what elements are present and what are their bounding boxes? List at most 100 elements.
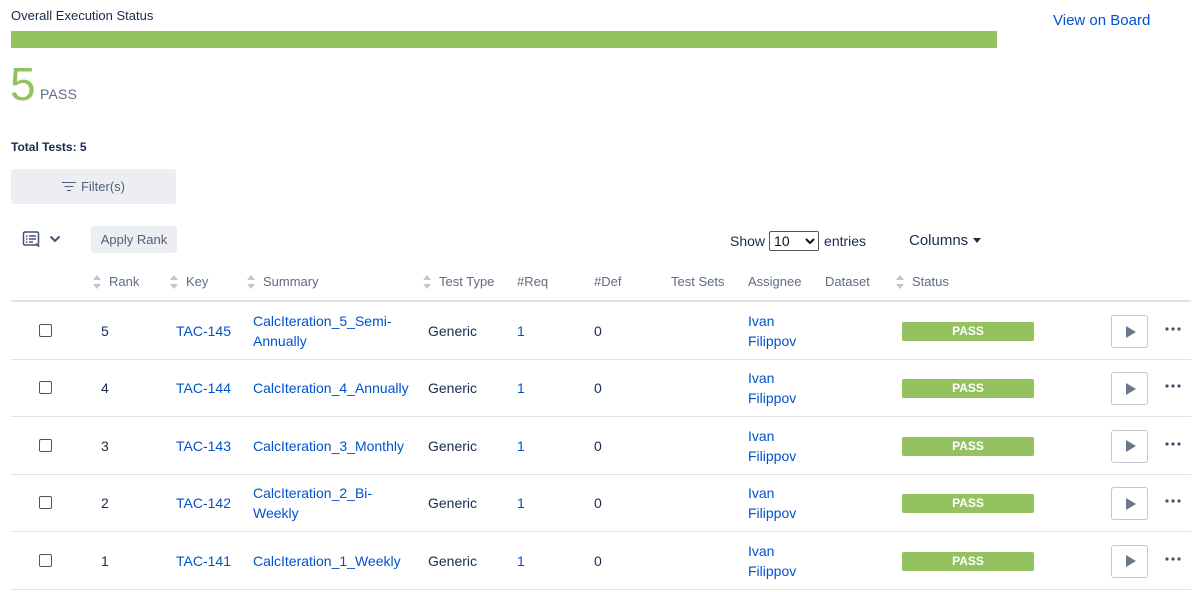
play-icon (1126, 440, 1136, 453)
view-on-board-link[interactable]: View on Board (1053, 12, 1150, 29)
requirements-count-link[interactable]: 1 (517, 493, 525, 513)
execute-button[interactable] (1111, 544, 1148, 578)
play-icon (1126, 382, 1136, 395)
more-icon (1165, 499, 1181, 503)
page-size-select[interactable]: 102550100 (769, 231, 820, 251)
show-label: Show (730, 233, 766, 249)
defects-count: 0 (594, 437, 602, 454)
total-tests: Total Tests: 5 (11, 140, 87, 154)
sort-icon (423, 274, 432, 289)
assignee-link[interactable]: Ivan Filippov (748, 541, 796, 581)
sort-icon (896, 274, 905, 289)
row-checkbox[interactable] (39, 496, 52, 510)
more-icon (1165, 384, 1181, 388)
issue-key-link[interactable]: TAC-141 (176, 551, 231, 571)
more-actions-button[interactable] (1163, 491, 1183, 511)
rank-cell: 3 (101, 437, 109, 454)
execution-progress-bar (11, 31, 997, 48)
header-req: #Req (517, 274, 549, 289)
row-checkbox[interactable] (39, 324, 52, 337)
columns-label: Columns (909, 232, 969, 249)
rank-cell: 4 (101, 380, 109, 397)
more-actions-button[interactable] (1163, 434, 1183, 454)
summary-link[interactable]: CalcIteration_1_Weekly (253, 551, 401, 571)
table-row: 3 TAC-143 CalcIteration_3_Monthly Generi… (11, 418, 1191, 475)
more-icon (1165, 327, 1181, 331)
list-view-menu-button[interactable] (22, 228, 62, 250)
issue-key-link[interactable]: TAC-142 (176, 493, 231, 513)
header-assignee: Assignee (748, 274, 802, 289)
more-actions-button[interactable] (1163, 319, 1183, 339)
test-type-cell: Generic (428, 437, 478, 454)
issue-key-link[interactable]: TAC-145 (176, 321, 231, 341)
assignee-link[interactable]: Ivan Filippov (748, 311, 796, 351)
summary-link[interactable]: CalcIteration_4_Annually (253, 378, 409, 398)
play-icon (1126, 325, 1136, 338)
status-badge[interactable]: PASS (902, 322, 1034, 341)
page-size-control: Show 102550100 entries (730, 231, 866, 251)
progress-fill-pass (11, 31, 997, 48)
more-actions-button[interactable] (1163, 376, 1183, 396)
defects-count: 0 (594, 495, 602, 512)
defects-count: 0 (594, 552, 602, 569)
execute-button[interactable] (1111, 315, 1148, 348)
test-execution-panel: Overall Execution Status View on Board 5… (0, 0, 1201, 592)
pass-count: 5 (10, 58, 36, 110)
header-dataset: Dataset (825, 274, 870, 289)
header-status[interactable]: Status (896, 274, 949, 289)
header-rank[interactable]: Rank (93, 274, 139, 289)
more-actions-button[interactable] (1163, 549, 1183, 569)
summary-link[interactable]: CalcIteration_2_Bi- Weekly (253, 483, 372, 523)
header-test-sets: Test Sets (671, 274, 725, 289)
play-icon (1126, 497, 1136, 510)
assignee-link[interactable]: Ivan Filippov (748, 368, 796, 408)
row-checkbox[interactable] (39, 381, 52, 395)
test-type-cell: Generic (428, 323, 478, 339)
requirements-count-link[interactable]: 1 (517, 551, 525, 571)
summary-link[interactable]: CalcIteration_3_Monthly (253, 436, 404, 456)
caret-down-icon (973, 238, 982, 243)
test-type-cell: Generic (428, 380, 478, 397)
requirements-count-link[interactable]: 1 (517, 436, 525, 456)
filter-icon (61, 181, 76, 192)
test-type-cell: Generic (428, 552, 478, 569)
pass-count-label: PASS (40, 86, 78, 102)
sort-icon (170, 274, 179, 289)
rank-cell: 1 (101, 552, 109, 569)
play-icon (1126, 555, 1136, 568)
status-badge[interactable]: PASS (902, 551, 1034, 571)
filters-button[interactable]: Filter(s) (11, 169, 176, 204)
sort-icon (93, 274, 102, 289)
execution-status-title: Overall Execution Status (11, 8, 154, 23)
sort-icon (247, 274, 256, 289)
issue-key-link[interactable]: TAC-143 (176, 436, 231, 456)
columns-dropdown[interactable]: Columns (909, 232, 982, 249)
apply-rank-button[interactable]: Apply Rank (91, 226, 177, 253)
assignee-link[interactable]: Ivan Filippov (748, 426, 796, 466)
filters-button-label: Filter(s) (80, 179, 126, 194)
status-badge[interactable]: PASS (902, 379, 1034, 399)
row-checkbox[interactable] (39, 553, 52, 567)
header-summary[interactable]: Summary (247, 274, 319, 289)
issue-key-link[interactable]: TAC-144 (176, 378, 231, 398)
more-icon (1165, 442, 1181, 446)
requirements-count-link[interactable]: 1 (517, 321, 525, 341)
execute-button[interactable] (1111, 372, 1148, 406)
table-row: 5 TAC-145 CalcIteration_5_Semi- Annually … (11, 303, 1191, 360)
header-key[interactable]: Key (170, 274, 208, 289)
requirements-count-link[interactable]: 1 (517, 378, 525, 398)
summary-link[interactable]: CalcIteration_5_Semi- Annually (253, 311, 392, 351)
execute-button[interactable] (1111, 487, 1148, 521)
more-icon (1165, 556, 1181, 561)
status-badge[interactable]: PASS (902, 436, 1034, 456)
header-def: #Def (594, 274, 622, 289)
header-test-type[interactable]: Test Type (423, 274, 494, 289)
execute-button[interactable] (1111, 429, 1148, 463)
row-checkbox[interactable] (39, 438, 52, 452)
list-view-icon (22, 231, 40, 247)
status-badge[interactable]: PASS (902, 494, 1034, 514)
assignee-link[interactable]: Ivan Filippov (748, 483, 796, 523)
table-row: 1 TAC-141 CalcIteration_1_Weekly Generic… (11, 533, 1191, 590)
test-type-cell: Generic (428, 495, 478, 512)
rank-cell: 5 (101, 323, 109, 339)
